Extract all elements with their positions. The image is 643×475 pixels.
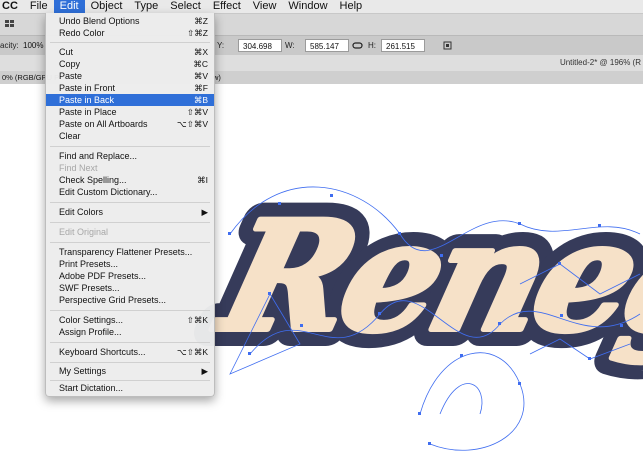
menu-item-custom-dictionary[interactable]: Edit Custom Dictionary... [46,186,214,198]
grid-icon[interactable] [4,18,15,29]
menu-item-label: Cut [59,47,74,57]
menu-effect[interactable]: Effect [207,0,247,13]
menu-object[interactable]: Object [85,0,129,13]
menu-separator [50,146,210,147]
constrain-link-icon[interactable] [352,40,363,51]
submenu-arrow-icon: ▶ [201,207,208,217]
menu-edit[interactable]: Edit [53,0,85,13]
document-title: Untitled-2* @ 196% (R [559,58,641,67]
menu-item-label: Start Dictation... [59,383,124,393]
menu-item-shortcut: ⇧⌘V [186,107,208,117]
menu-item-transparency-presets[interactable]: Transparency Flattener Presets... [46,246,214,258]
menu-item-paste-all-artboards[interactable]: Paste on All Artboards ⌥⇧⌘V [46,118,214,130]
menu-item-label: Undo Blend Options [59,16,140,26]
menu-bar: CC File Edit Object Type Select Effect V… [0,0,643,14]
opacity-label: acity: [0,41,19,50]
menu-item-start-dictation[interactable]: Start Dictation... [46,382,214,394]
menu-item-shortcut: ⌘F [194,83,208,93]
menu-item-print-presets[interactable]: Print Presets... [46,258,214,270]
menu-item-shortcut: ⌘V [193,71,208,81]
menu-item-label: Color Settings... [59,315,124,325]
app-menu[interactable]: CC [0,0,24,13]
w-field[interactable]: 585.147 px [305,39,349,64]
menu-item-label: Perspective Grid Presets... [59,295,167,305]
menu-separator [50,342,210,343]
menu-item-check-spelling[interactable]: Check Spelling... ⌘I [46,174,214,186]
menu-item-label: Paste in Place [59,107,117,117]
menu-item-shortcut: ⌘X [193,47,208,57]
menu-item-find-next: Find Next [46,162,214,174]
menu-item-clear[interactable]: Clear [46,130,214,142]
y-field[interactable]: 304.698 px [238,39,282,64]
menu-separator [50,202,210,203]
menu-item-label: Redo Color [59,28,105,38]
menu-item-label: Edit Original [59,227,109,237]
menu-item-shortcut: ⌘I [197,175,208,185]
menu-item-paste-in-place[interactable]: Paste in Place ⇧⌘V [46,106,214,118]
menu-item-shortcut: ⌘C [193,59,208,69]
menu-item-label: Check Spelling... [59,175,127,185]
opacity-field[interactable]: 100% [19,39,47,52]
menu-item-edit-original: Edit Original [46,226,214,238]
menu-item-undo[interactable]: Undo Blend Options ⌘Z [46,15,214,27]
edit-menu-dropdown: Undo Blend Options ⌘Z Redo Color ⇧⌘Z Cut ⌘X… [45,13,215,397]
menu-item-label: SWF Presets... [59,283,120,293]
menu-item-perspective-presets[interactable]: Perspective Grid Presets... [46,294,214,306]
menu-item-pdf-presets[interactable]: Adobe PDF Presets... [46,270,214,282]
menu-item-paste[interactable]: Paste ⌘V [46,70,214,82]
menu-item-label: Paste in Back [59,95,115,105]
y-label: Y: [217,41,225,50]
menu-item-shortcut: ⌥⇧⌘K [176,347,208,357]
menu-item-color-settings[interactable]: Color Settings... ⇧⌘K [46,314,214,326]
menu-separator [50,222,210,223]
menu-item-shortcut: ⇧⌘Z [187,28,208,38]
w-label: W: [285,41,295,50]
menu-item-keyboard-shortcuts[interactable]: Keyboard Shortcuts... ⌥⇧⌘K [46,346,214,358]
menu-item-cut[interactable]: Cut ⌘X [46,46,214,58]
menu-item-label: Find Next [59,163,98,173]
menu-item-find-replace[interactable]: Find and Replace... [46,150,214,162]
menu-file[interactable]: File [24,0,54,13]
menu-item-label: Assign Profile... [59,327,122,337]
menu-view[interactable]: View [247,0,283,13]
menu-item-edit-colors[interactable]: Edit Colors ▶ [46,206,214,218]
submenu-arrow-icon: ▶ [201,366,208,376]
menu-item-paste-in-back[interactable]: Paste in Back ⌘B [46,94,214,106]
h-label: H: [368,41,376,50]
menu-item-shortcut: ⌘B [193,95,208,105]
menu-separator [50,42,210,43]
menu-item-shortcut: ⇧⌘K [186,315,208,325]
menu-item-label: Edit Colors [59,207,104,217]
menu-item-assign-profile[interactable]: Assign Profile... [46,326,214,338]
menu-separator [50,310,210,311]
menu-item-label: Paste [59,71,83,81]
menu-item-label: Edit Custom Dictionary... [59,187,158,197]
menu-item-paste-in-front[interactable]: Paste in Front ⌘F [46,82,214,94]
menu-item-label: My Settings [59,366,107,376]
menu-item-shortcut: ⌘Z [194,16,208,26]
menu-separator [50,362,210,363]
menu-separator [50,242,210,243]
menu-item-label: Paste in Front [59,83,116,93]
transform-icon[interactable] [442,40,453,51]
menu-help[interactable]: Help [334,0,369,13]
menu-item-label: Paste on All Artboards [59,119,148,129]
h-field[interactable]: 261.515 px [381,39,425,64]
menu-item-label: Copy [59,59,81,69]
menu-item-swf-presets[interactable]: SWF Presets... [46,282,214,294]
menu-item-copy[interactable]: Copy ⌘C [46,58,214,70]
menu-item-label: Keyboard Shortcuts... [59,347,146,357]
menu-type[interactable]: Type [128,0,164,13]
menu-window[interactable]: Window [282,0,333,13]
menu-item-my-settings[interactable]: My Settings ▶ [46,365,214,377]
menu-separator [50,380,210,381]
menu-select[interactable]: Select [164,0,207,13]
menu-item-label: Clear [59,131,81,141]
menu-item-label: Find and Replace... [59,151,138,161]
menu-item-shortcut: ⌥⇧⌘V [176,119,208,129]
menu-item-label: Print Presets... [59,259,119,269]
menu-item-redo[interactable]: Redo Color ⇧⌘Z [46,27,214,39]
menu-item-label: Transparency Flattener Presets... [59,247,193,257]
menu-item-label: Adobe PDF Presets... [59,271,147,281]
